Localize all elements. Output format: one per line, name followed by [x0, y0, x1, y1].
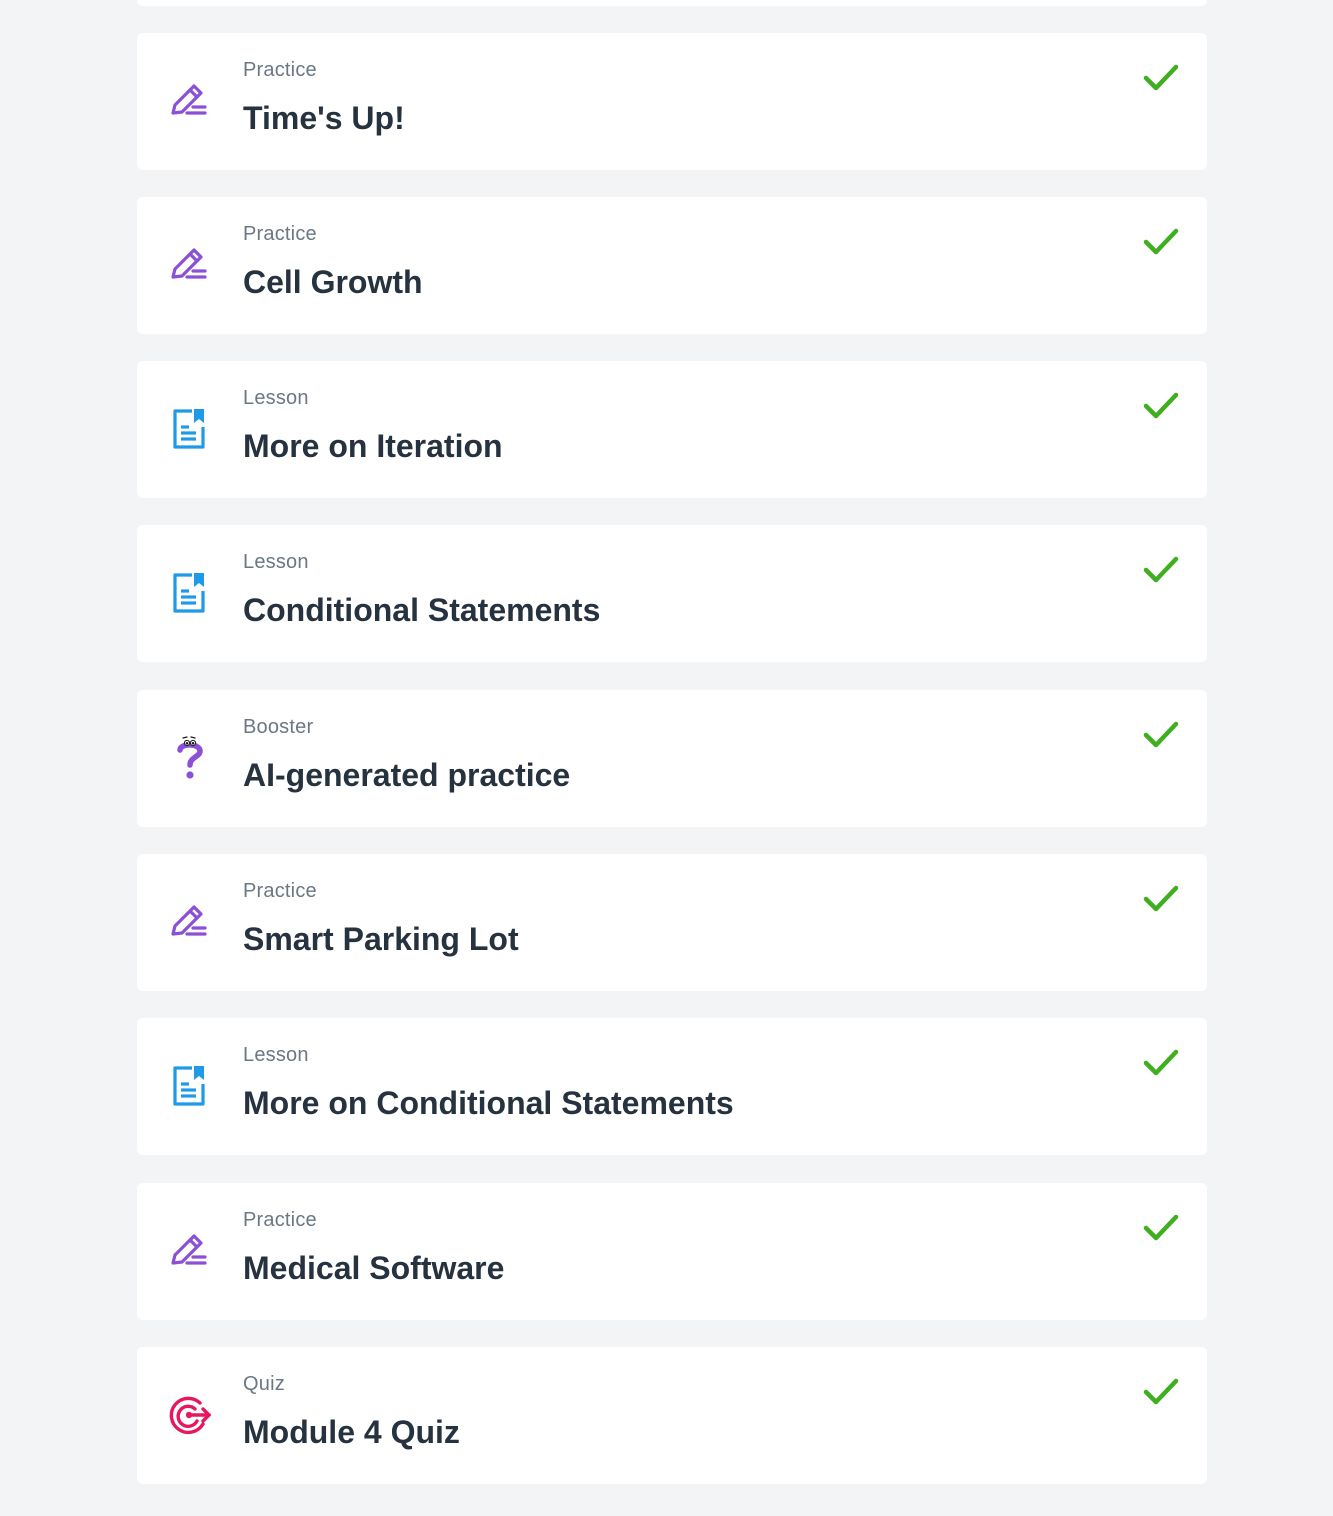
completed-check-icon	[1143, 227, 1179, 257]
item-type-label: Booster	[243, 716, 314, 738]
target-icon	[167, 1393, 213, 1439]
module-item-card[interactable]: Quiz Module 4 Quiz	[137, 1347, 1207, 1484]
completed-check-icon	[1143, 1213, 1179, 1243]
module-item-card[interactable]: Practice Medical Software	[137, 1183, 1207, 1320]
item-type-label: Lesson	[243, 551, 309, 573]
item-title[interactable]: More on Iteration	[243, 428, 503, 465]
module-item-card[interactable]: Practice Smart Parking Lot	[137, 854, 1207, 991]
item-title[interactable]: Cell Growth	[243, 264, 423, 301]
item-title[interactable]: Smart Parking Lot	[243, 921, 519, 958]
document-bookmark-icon	[167, 571, 213, 617]
item-type-label: Practice	[243, 59, 317, 81]
completed-check-icon	[1143, 1377, 1179, 1407]
module-item-card[interactable]: Booster AI-generated practice	[137, 690, 1207, 827]
item-type-label: Lesson	[243, 1044, 309, 1066]
pencil-icon	[167, 1229, 213, 1275]
module-item-card[interactable]: Practice Cell Growth	[137, 197, 1207, 334]
module-item-card[interactable]: Lesson More on Iteration	[137, 361, 1207, 498]
pencil-icon	[167, 900, 213, 946]
module-item-card[interactable]: Practice Time's Up!	[137, 33, 1207, 170]
pencil-icon	[167, 243, 213, 289]
item-type-label: Practice	[243, 223, 317, 245]
completed-check-icon	[1143, 63, 1179, 93]
pencil-icon	[167, 79, 213, 125]
question-mark-icon	[167, 736, 213, 782]
previous-card-edge	[137, 0, 1207, 6]
document-bookmark-icon	[167, 407, 213, 453]
document-bookmark-icon	[167, 1064, 213, 1110]
completed-check-icon	[1143, 391, 1179, 421]
module-item-card[interactable]: Lesson Conditional Statements	[137, 525, 1207, 662]
item-title[interactable]: More on Conditional Statements	[243, 1085, 734, 1122]
completed-check-icon	[1143, 720, 1179, 750]
item-type-label: Practice	[243, 880, 317, 902]
completed-check-icon	[1143, 1048, 1179, 1078]
item-type-label: Lesson	[243, 387, 309, 409]
completed-check-icon	[1143, 884, 1179, 914]
item-title[interactable]: Module 4 Quiz	[243, 1414, 460, 1451]
completed-check-icon	[1143, 555, 1179, 585]
item-type-label: Quiz	[243, 1373, 285, 1395]
item-title[interactable]: Conditional Statements	[243, 592, 600, 629]
item-title[interactable]: Time's Up!	[243, 100, 405, 137]
item-type-label: Practice	[243, 1209, 317, 1231]
item-title[interactable]: AI-generated practice	[243, 757, 570, 794]
module-item-card[interactable]: Lesson More on Conditional Statements	[137, 1018, 1207, 1155]
item-title[interactable]: Medical Software	[243, 1250, 504, 1287]
